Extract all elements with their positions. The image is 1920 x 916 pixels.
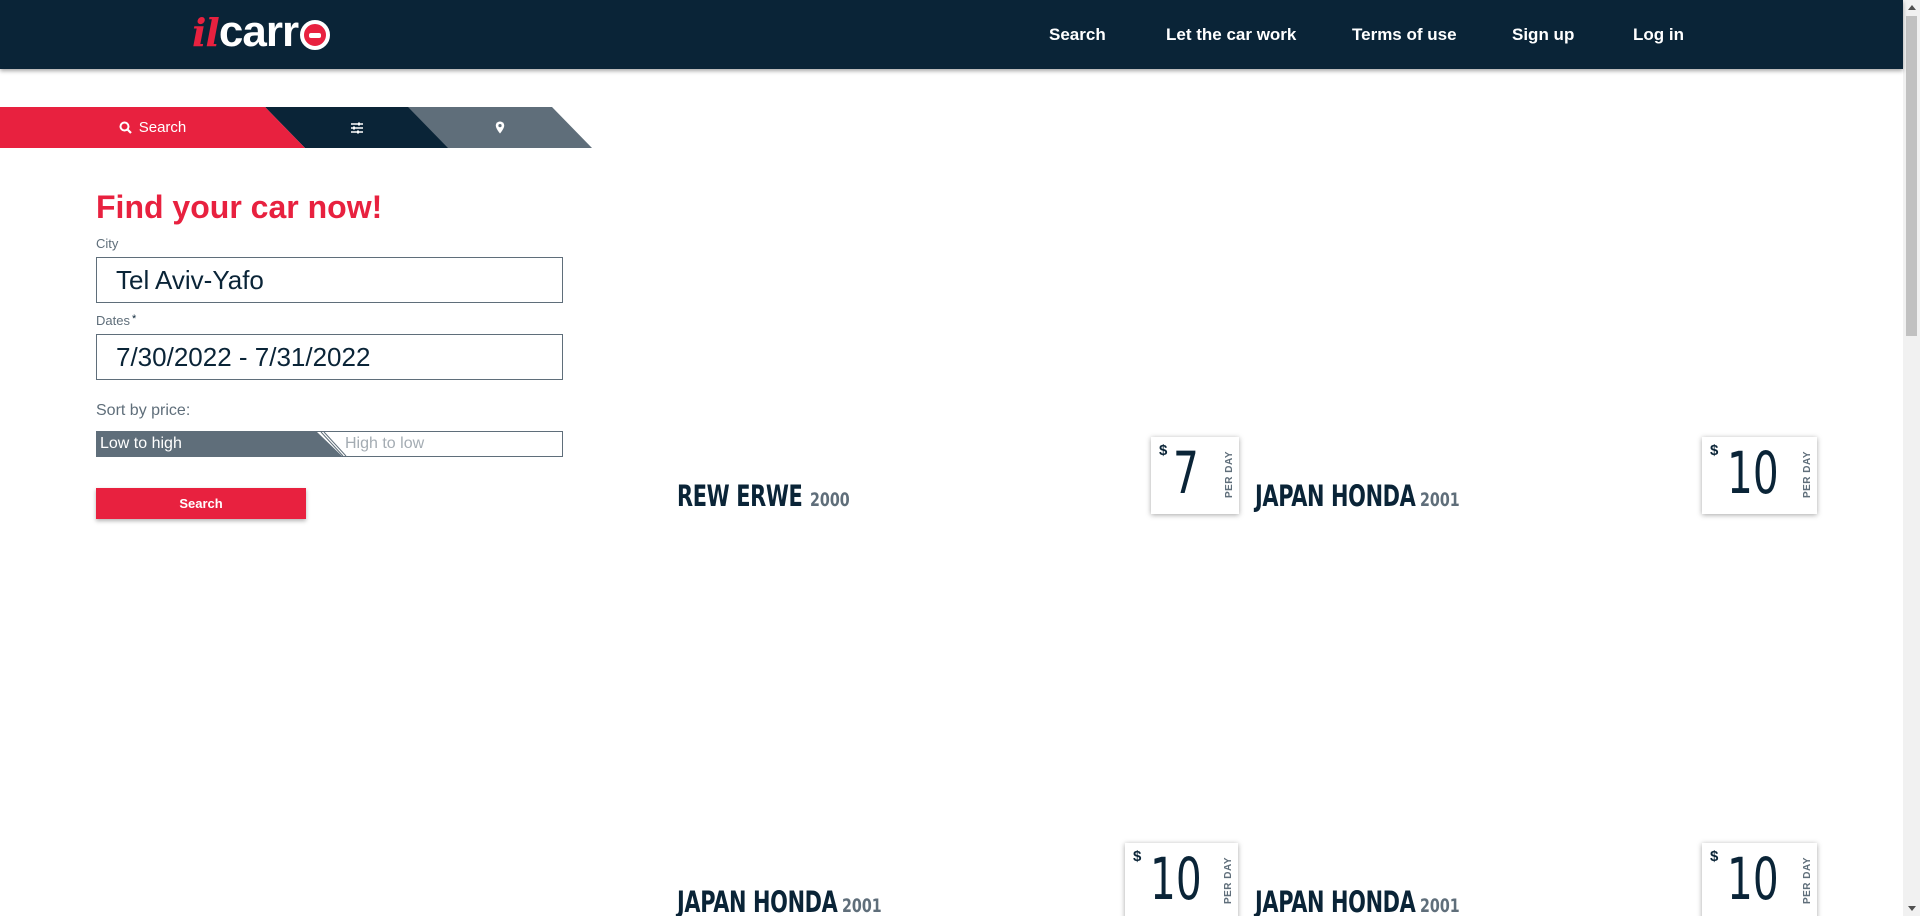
scroll-down-icon[interactable] — [1908, 906, 1916, 911]
sliders-icon — [350, 122, 363, 133]
tab-search[interactable]: Search — [0, 107, 305, 148]
car-name: JAPAN HONDA — [1255, 885, 1416, 916]
nav-login-label[interactable]: Log in — [1633, 25, 1684, 45]
nav-search-label[interactable]: Search — [1049, 25, 1106, 45]
price-badge: $ 10 PER DAY — [1702, 843, 1817, 916]
scroll-up-icon[interactable] — [1908, 5, 1916, 10]
logo-car-icon — [300, 20, 331, 50]
nav-login-link[interactable]: Log in — [1633, 0, 1684, 69]
page-scrollbar[interactable] — [1903, 0, 1920, 916]
search-icon — [119, 121, 132, 134]
price-per-day: PER DAY — [1223, 857, 1234, 905]
nav-let-the-car-work-label[interactable]: Let the car work — [1166, 25, 1296, 45]
city-input[interactable] — [96, 257, 563, 303]
price-currency: $ — [1710, 442, 1719, 459]
scroll-thumb[interactable] — [1906, 16, 1917, 336]
logo-il-text: il — [192, 9, 220, 55]
nav-terms-link[interactable]: Terms of use — [1352, 0, 1457, 69]
sort-high-to-low-option[interactable]: High to low — [319, 432, 564, 456]
nav-let-the-car-work-link[interactable]: Let the car work — [1166, 0, 1296, 69]
city-label-text: City — [96, 236, 119, 251]
price-badge: $ 7 PER DAY — [1151, 437, 1239, 514]
price-value: 10 — [1727, 845, 1779, 913]
price-value: 10 — [1727, 439, 1779, 507]
car-name: REW ERWE — [677, 479, 803, 513]
map-marker-icon — [495, 121, 504, 134]
dates-label-text: Dates — [96, 313, 130, 328]
sort-by-price-label: Sort by price: — [96, 402, 191, 419]
nav-signup-link[interactable]: Sign up — [1512, 0, 1574, 69]
sort-divider — [320, 432, 347, 456]
car-year: 2001 — [842, 895, 882, 916]
dates-label: Dates * — [96, 313, 136, 328]
car-year: 2001 — [1420, 895, 1460, 916]
car-name: JAPAN HONDA — [1255, 479, 1416, 513]
price-currency: $ — [1159, 442, 1168, 459]
ilcarro-logo[interactable]: il carr — [192, 7, 331, 56]
price-value: 7 — [1173, 439, 1199, 507]
find-car-title: Find your car now! — [96, 189, 383, 225]
nav-search-link[interactable]: Search — [1049, 0, 1106, 69]
city-label: City — [96, 236, 118, 251]
sort-low-to-high-option[interactable]: Low to high — [97, 432, 342, 456]
price-currency: $ — [1710, 848, 1719, 865]
sort-toggle: High to low Low to high — [96, 431, 563, 457]
price-per-day: PER DAY — [1224, 451, 1235, 499]
dates-input[interactable] — [96, 334, 563, 380]
logo-carr-text: carr — [218, 7, 299, 56]
nav-signup-label[interactable]: Sign up — [1512, 25, 1574, 45]
price-value: 10 — [1150, 845, 1202, 913]
car-name: JAPAN HONDA — [677, 885, 838, 916]
car-year: 2000 — [810, 489, 850, 511]
price-currency: $ — [1133, 848, 1142, 865]
search-button[interactable]: Search — [96, 488, 306, 519]
price-per-day: PER DAY — [1802, 857, 1813, 905]
price-badge: $ 10 PER DAY — [1702, 437, 1817, 514]
price-badge: $ 10 PER DAY — [1125, 843, 1238, 916]
price-per-day: PER DAY — [1802, 451, 1813, 499]
search-tabs: Search — [0, 107, 592, 148]
car-year: 2001 — [1420, 489, 1460, 511]
required-asterisk: * — [131, 313, 137, 325]
tab-search-label: Search — [138, 119, 187, 136]
top-navbar: il carr Search Let the car work Terms of… — [0, 0, 1903, 69]
nav-terms-label[interactable]: Terms of use — [1352, 25, 1457, 45]
